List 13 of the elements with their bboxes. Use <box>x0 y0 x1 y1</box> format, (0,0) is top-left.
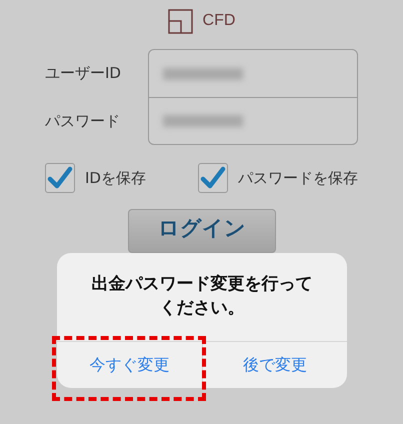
checkbox[interactable] <box>45 163 75 193</box>
checkbox-label: パスワードを保存 <box>238 168 358 188</box>
dialog-button[interactable]: 後で変更 <box>202 342 347 388</box>
checkbox-label: IDを保存 <box>85 168 146 188</box>
login-fields[interactable] <box>148 49 358 145</box>
dialog-button[interactable]: 今すぐ変更 <box>57 342 202 388</box>
field-label: パスワード <box>45 111 121 132</box>
checkbox[interactable] <box>198 163 228 193</box>
login-button[interactable]: ログイン <box>128 209 276 253</box>
logo-icon <box>168 8 193 34</box>
field-label: ユーザーID <box>45 63 122 84</box>
dialog-message: 出金パスワード変更を行ってください。 <box>90 273 314 320</box>
logo-text: CFD <box>202 12 236 30</box>
